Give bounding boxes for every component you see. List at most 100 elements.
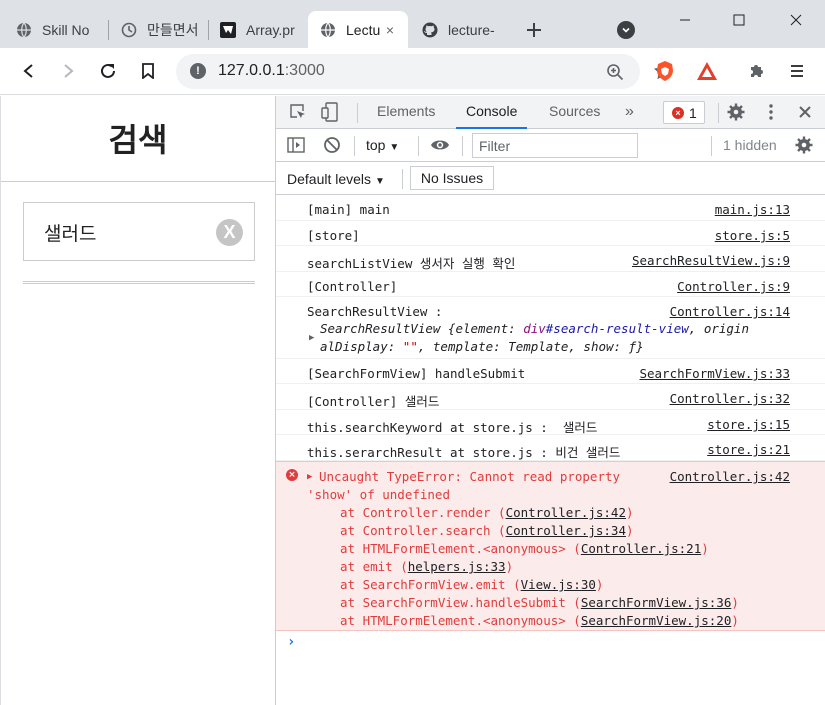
expand-triangle-icon[interactable]: ▶ [309, 333, 314, 343]
object-preview[interactable]: SearchResultView {element: div#search-re… [320, 321, 749, 336]
stack-link[interactable]: Controller.js:42 [506, 505, 626, 520]
address-bar[interactable]: ! 127.0.0.1:3000 [176, 54, 640, 89]
bookmark-icon[interactable] [136, 59, 160, 83]
error-icon: × [286, 469, 298, 481]
console-levels-bar: Default levels ▼ No Issues [276, 162, 825, 195]
separator [418, 136, 419, 156]
back-icon[interactable] [17, 59, 41, 83]
hidden-count: 1 hidden [723, 137, 777, 153]
console-message: [Controller] Controller.js:9 [276, 272, 825, 297]
stack-link[interactable]: helpers.js:33 [408, 559, 506, 574]
settings-gear-icon[interactable] [726, 102, 746, 122]
source-link[interactable]: store.js:5 [715, 228, 790, 243]
github-icon [422, 22, 438, 38]
stack-link[interactable]: SearchFormView.js:36 [581, 595, 732, 610]
globe-icon [16, 22, 32, 38]
console-message: searchListView 생서자 실행 확인 SearchResultVie… [276, 246, 825, 272]
device-toolbar-icon[interactable] [320, 102, 340, 122]
error-count-badge[interactable]: × 1 [663, 101, 705, 124]
more-tabs-icon[interactable]: » [615, 96, 644, 129]
browser-tab-2[interactable]: 만들면서 [109, 11, 207, 48]
stack-frame: at HTMLFormElement.<anonymous> (SearchFo… [340, 613, 739, 628]
console-toolbar: top ▼ Filter 1 hidden [276, 129, 825, 162]
page-header: 검색 [1, 96, 275, 182]
console-prompt-row[interactable]: › [276, 631, 825, 657]
stack-link[interactable]: Controller.js:34 [506, 523, 626, 538]
search-form[interactable]: 샐러드 X [23, 202, 255, 261]
tab-strip: Skill No 만들면서 Array.pr Lectu × lecture- [0, 0, 825, 48]
separator [402, 169, 403, 189]
source-link[interactable]: SearchResultView.js:9 [632, 253, 790, 268]
console-message: [Controller] 샐러드 Controller.js:32 [276, 384, 825, 410]
site-info-icon[interactable]: ! [190, 63, 206, 79]
separator [357, 103, 358, 123]
console-message: [SearchFormView] handleSubmit SearchForm… [276, 359, 825, 384]
clock-icon [121, 22, 137, 38]
filter-input[interactable]: Filter [472, 133, 638, 158]
browser-tab-3[interactable]: Array.pr [208, 11, 306, 48]
stack-link[interactable]: SearchFormView.js:20 [581, 613, 732, 628]
minimize-icon[interactable] [670, 8, 700, 32]
browser-tab-4[interactable]: Lectu × [308, 11, 408, 48]
console-settings-icon[interactable] [794, 135, 814, 155]
source-link[interactable]: store.js:15 [707, 417, 790, 432]
brand-icon [220, 21, 236, 38]
issues-button[interactable]: No Issues [410, 166, 494, 190]
source-link[interactable]: Controller.js:42 [670, 469, 790, 484]
separator [462, 136, 463, 156]
url-text[interactable]: 127.0.0.1:3000 [218, 62, 325, 80]
object-preview-cont: alDisplay: "", template: Template, show:… [320, 339, 644, 354]
tab-title: 만들면서 [147, 21, 199, 38]
brave-rewards-icon[interactable] [695, 59, 719, 83]
maximize-icon[interactable] [724, 8, 754, 32]
separator [718, 103, 719, 123]
extensions-icon[interactable] [745, 59, 769, 83]
zoom-icon[interactable] [606, 63, 624, 81]
error-text-cont: 'show' of undefined [307, 487, 450, 502]
console-message: this.serarchResult at store.js : 비건 샐러드 … [276, 435, 825, 461]
clear-console-icon[interactable] [322, 135, 342, 155]
close-window-icon[interactable] [781, 8, 811, 32]
context-select[interactable]: top ▼ [366, 137, 399, 153]
source-link[interactable]: Controller.js:32 [670, 391, 790, 406]
reset-button[interactable]: X [216, 219, 243, 246]
log-levels-select[interactable]: Default levels ▼ [287, 171, 385, 187]
tab-search-icon[interactable] [617, 21, 635, 39]
tab-title: Lectu [346, 21, 381, 38]
close-devtools-icon[interactable] [795, 102, 815, 122]
source-link[interactable]: SearchFormView.js:33 [639, 366, 790, 381]
reload-icon[interactable] [96, 59, 120, 83]
tab-console[interactable]: Console [456, 96, 528, 129]
new-tab-button[interactable] [522, 18, 546, 42]
tab-sources[interactable]: Sources [539, 96, 610, 129]
tab-title: Skill No [42, 21, 90, 38]
brave-shield-icon[interactable] [653, 59, 677, 83]
console-message: [main] main main.js:13 [276, 195, 825, 221]
source-link[interactable]: main.js:13 [715, 202, 790, 217]
separator [711, 136, 712, 156]
source-link[interactable]: store.js:21 [707, 442, 790, 457]
source-link[interactable]: Controller.js:9 [677, 279, 790, 294]
stack-link[interactable]: View.js:30 [521, 577, 596, 592]
sidebar-toggle-icon[interactable] [286, 135, 306, 155]
stack-frame: at Controller.search (Controller.js:34) [340, 523, 634, 538]
page-viewport: 검색 샐러드 X [0, 96, 275, 705]
stack-link[interactable]: Controller.js:21 [581, 541, 701, 556]
inspect-element-icon[interactable] [288, 102, 308, 122]
expand-triangle-icon[interactable]: ▶ [307, 472, 312, 482]
error-icon: × [672, 106, 684, 119]
browser-tab-5[interactable]: lecture- [410, 11, 508, 48]
eye-icon[interactable] [430, 135, 450, 155]
kebab-menu-icon[interactable] [761, 102, 781, 122]
console-message-object: SearchResultView : Controller.js:14 ▶ Se… [276, 297, 825, 359]
tab-elements[interactable]: Elements [367, 96, 445, 129]
separator [354, 136, 355, 156]
source-link[interactable]: Controller.js:14 [670, 304, 790, 319]
close-tab-icon[interactable]: × [382, 22, 398, 38]
devtools-panel: Elements Console Sources » × 1 top ▼ Fil… [275, 96, 825, 705]
prompt-chevron-icon: › [287, 634, 296, 650]
search-input[interactable]: 샐러드 [44, 219, 96, 246]
menu-icon[interactable] [785, 59, 809, 83]
browser-tab-1[interactable]: Skill No [4, 11, 106, 48]
forward-icon[interactable] [56, 59, 80, 83]
